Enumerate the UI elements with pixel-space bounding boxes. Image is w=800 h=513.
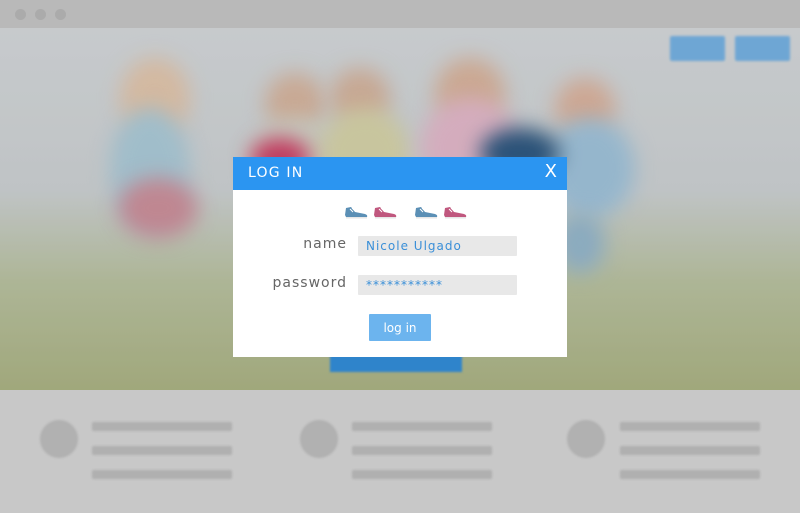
login-button[interactable]: log in [369,314,431,341]
name-label: name [303,236,347,252]
pink-shoe-icon [374,207,397,219]
login-dialog: LOG IN X name password log in [233,157,567,357]
pink-shoe-icon [444,207,467,219]
blue-shoe-icon [415,207,438,219]
dialog-title: LOG IN [248,165,304,181]
shoes-logo [345,207,467,219]
name-field[interactable] [358,236,517,256]
dialog-header: LOG IN X [233,157,567,190]
password-label: password [272,275,347,291]
close-button[interactable]: X [545,162,557,182]
password-field[interactable] [358,275,517,295]
blue-shoe-icon [345,207,368,219]
